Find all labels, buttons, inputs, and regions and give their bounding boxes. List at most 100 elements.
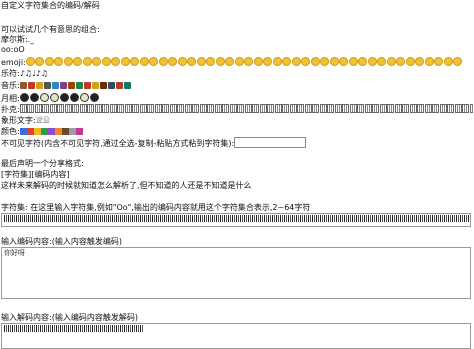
smiley-face-icon [358, 57, 368, 66]
playing-card-icon [177, 104, 185, 113]
smiley-face-icon [35, 57, 45, 66]
smiley-face-icon [367, 57, 377, 66]
charset-input[interactable] [1, 213, 471, 227]
playing-card-icon [42, 104, 50, 113]
glyph-label: 象形文字: [1, 116, 36, 125]
smiley-face-icon [291, 57, 301, 66]
morse-value: ._ [27, 35, 35, 44]
instrument-icon [75, 82, 83, 89]
page-title: 自定义字符集合的编码/解码 [1, 1, 100, 10]
playing-card-icon [237, 104, 245, 113]
smiley-face-icon [25, 57, 35, 66]
invisible-chars-input[interactable] [234, 137, 307, 148]
playing-card-icon [342, 104, 350, 113]
color-swatches [19, 127, 83, 136]
playing-card-icon [357, 104, 365, 113]
playing-card-icon [274, 104, 282, 113]
smiley-face-icon [434, 57, 444, 66]
color-swatch [40, 128, 48, 135]
decode-textarea-content [4, 325, 144, 332]
smiley-face-icon [234, 57, 244, 66]
instrument-icon [43, 82, 51, 89]
smiley-face-icon [282, 57, 292, 66]
playing-card-icon [372, 104, 380, 113]
playing-card-icon [19, 104, 27, 113]
moon-phase-icon [19, 93, 29, 102]
moon-label: 月相: [1, 94, 20, 103]
smiley-face-icon [130, 57, 140, 66]
playing-card-icon [409, 104, 417, 113]
charset-input-content [4, 215, 470, 222]
smiley-face-icon [320, 57, 330, 66]
poker-label: 扑克: [1, 105, 20, 114]
morse-row: 摩尔斯:._ [1, 35, 34, 45]
smiley-face-icon [253, 57, 263, 66]
playing-card-icon [267, 104, 275, 113]
playing-card-icon [87, 104, 95, 113]
playing-card-icon [417, 104, 425, 113]
smiley-face-icon [348, 57, 358, 66]
playing-card-icon [162, 104, 170, 113]
color-swatch [19, 128, 27, 135]
playing-card-icon [244, 104, 252, 113]
color-label: 颜色: [1, 127, 20, 136]
instrument-label: 音乐: [1, 81, 20, 90]
smiley-face-icon [244, 57, 254, 66]
invisible-label: 不可见字符(内含不可见字符,通过全选-复制-粘贴方式粘到字符集): [1, 139, 235, 148]
playing-card-icon [229, 104, 237, 113]
instrument-icon [91, 82, 99, 89]
playing-card-icon [364, 104, 372, 113]
smiley-face-icon [339, 57, 349, 66]
playing-card-icon [289, 104, 297, 113]
instrument-row: 音乐: [1, 81, 132, 91]
playing-card-icon [222, 104, 230, 113]
playing-card-icon [259, 104, 267, 113]
smiley-face-icon [310, 57, 320, 66]
playing-card-icon [72, 104, 80, 113]
instrument-icon [107, 82, 115, 89]
playing-card-icon [424, 104, 432, 113]
playing-card-icon [349, 104, 357, 113]
smiley-face-icon [177, 57, 187, 66]
playing-card-icon [57, 104, 65, 113]
playing-card-icon [184, 104, 192, 113]
playing-card-icon [199, 104, 207, 113]
color-swatch [54, 128, 62, 135]
instrument-icon [99, 82, 107, 89]
smiley-face-icon [272, 57, 282, 66]
playing-card-icon [214, 104, 222, 113]
playing-card-icon [252, 104, 260, 113]
invisible-row: 不可见字符(内含不可见字符,通过全选-复制-粘贴方式粘到字符集): [1, 137, 307, 149]
binary-value: oo:oO [1, 45, 25, 54]
share-heading: 最后声明一个分享格式: [1, 159, 84, 168]
playing-card-icon [334, 104, 342, 113]
smiley-face-icon [82, 57, 92, 66]
playing-card-icon [154, 104, 162, 113]
playing-card-icon [432, 104, 440, 113]
playing-card-icon [147, 104, 155, 113]
smiley-face-icon [111, 57, 121, 66]
share-format: [字符集][编码内容] [1, 170, 70, 179]
moon-phase-icon [49, 93, 59, 102]
moon-row: 月相: [1, 93, 100, 104]
playing-card-icon [117, 104, 125, 113]
playing-card-icon [282, 104, 290, 113]
instrument-icon [35, 82, 43, 89]
playing-card-icon [469, 104, 473, 113]
moon-phase-icon [29, 93, 39, 102]
encode-textarea[interactable]: 你好呀 [1, 247, 471, 299]
playing-card-icon [49, 104, 57, 113]
charset-label: 字符集: 在这里输入字符集,例如"Oo",输出的编码内容就用这个字符集合表示,2… [1, 203, 311, 212]
morse-label: 摩尔斯: [1, 35, 28, 44]
glyph-row: 象形文字:𓀀𓀁 [1, 116, 50, 126]
encode-label: 输入编码内容:(输入内容触发编码) [1, 237, 122, 246]
moon-phase-icon [39, 93, 49, 102]
playing-card-icon [139, 104, 147, 113]
emoji-faces [25, 57, 463, 67]
playing-card-icon [379, 104, 387, 113]
smiley-face-icon [92, 57, 102, 66]
smiley-face-icon [206, 57, 216, 66]
playing-card-icon [447, 104, 455, 113]
decode-textarea[interactable] [1, 323, 471, 349]
smiley-face-icon [453, 57, 463, 66]
